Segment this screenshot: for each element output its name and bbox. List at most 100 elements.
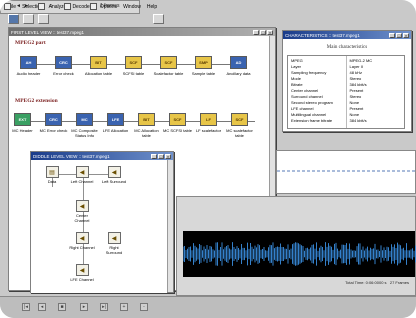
- zoom-out-button[interactable]: -: [140, 303, 148, 311]
- stop-button[interactable]: ■: [58, 303, 66, 311]
- item-label: Audio header: [16, 71, 41, 76]
- node-left-channel[interactable]: ◀ Left Channel: [69, 166, 95, 184]
- bitstream-item-mc-scalefactor-table[interactable]: SCF MC scalefactor table: [224, 113, 255, 138]
- mpeg2-extension-label: MPEG2 extension: [15, 98, 58, 104]
- waveform-top-svg: [277, 170, 415, 172]
- folder-icon: ▤: [45, 166, 59, 178]
- speaker-icon: ◀: [107, 232, 121, 244]
- item-label: LFE Allocation: [102, 128, 129, 133]
- node-lfe-channel[interactable]: ◀ LFE Channel: [69, 264, 95, 282]
- zoom-in-button[interactable]: +: [120, 303, 128, 311]
- node-right-channel[interactable]: ◀ Right Channel: [69, 232, 95, 250]
- bitstream-item-mc-header[interactable]: EXT MC Header: [7, 113, 38, 138]
- channel-view-window[interactable]: DIDDLE LEVEL VIEW :: test37.mpeg1 _ □ × ▤ …: [30, 151, 174, 293]
- desktop: File Selection Analyze Decoders Options Windo…: [0, 0, 416, 318]
- scf-icon: SCF: [169, 113, 186, 126]
- vertical-scrollbar[interactable]: [167, 160, 173, 292]
- channel-view-titlebar[interactable]: DIDDLE LEVEL VIEW :: test37.mpeg1 _ □ ×: [31, 152, 173, 160]
- waveform-panel-top: [276, 150, 416, 194]
- bitstream-item-audio-header[interactable]: AH Audio header: [11, 56, 46, 76]
- next-frame-button[interactable]: ▸: [80, 303, 88, 311]
- characteristics-heading: Main characteristics: [326, 45, 368, 50]
- first-frame-button[interactable]: |◂: [22, 303, 30, 311]
- minimize-icon[interactable]: _: [151, 153, 157, 159]
- crc-icon: CRC: [55, 56, 72, 69]
- bitstream-item-mc-error-check[interactable]: CRC MC Error check: [38, 113, 69, 138]
- bitstream-item-allocation-table[interactable]: BIT Allocation table: [81, 56, 116, 76]
- crc-icon: CRC: [45, 113, 62, 126]
- minimize-icon[interactable]: _: [253, 29, 259, 35]
- analyze-button[interactable]: [38, 14, 49, 24]
- item-label: SCFSI table: [122, 71, 145, 76]
- item-label: MC Header: [12, 128, 33, 133]
- item-label: MC Composite Status Info: [71, 128, 98, 138]
- menu-help[interactable]: Help: [147, 4, 157, 10]
- item-label: Sample table: [191, 71, 216, 76]
- bitstream-item-mc-scfsi-table[interactable]: SCF MC SCFSI table: [162, 113, 193, 138]
- item-label: Error check: [53, 71, 74, 76]
- mode-checkbox[interactable]: [4, 3, 11, 10]
- bitstream-item-scalefactor-table[interactable]: SCF Scalefactor table: [151, 56, 186, 76]
- bitstream-item-mc-composite-status-info[interactable]: MC MC Composite Status Info: [69, 113, 100, 138]
- bitstream-item-mc-allocation-table[interactable]: BIT MC Allocation table: [131, 113, 162, 138]
- zoom-checkbox[interactable]: [38, 3, 45, 10]
- maximize-icon[interactable]: □: [158, 153, 164, 159]
- item-label: MC Error check: [39, 128, 68, 133]
- minimize-icon[interactable]: _: [389, 32, 395, 38]
- last-frame-button[interactable]: ▸|: [100, 303, 108, 311]
- ad-icon: AD: [230, 56, 247, 69]
- scf-icon: SCF: [231, 113, 248, 126]
- bitstream-item-ancillary-data[interactable]: AD Ancillary data: [221, 56, 256, 76]
- scf-icon: SCF: [125, 56, 142, 69]
- bitstream-item-scfsi-table[interactable]: SCF SCFSI table: [116, 56, 151, 76]
- characteristics-titlebar[interactable]: CHARACTERISTICS :: test37.mpeg1 _ □ ×: [283, 31, 411, 39]
- characteristics-window[interactable]: CHARACTERISTICS :: test37.mpeg1 _ □ × Main…: [282, 30, 412, 132]
- speaker-icon: ◀: [75, 200, 89, 212]
- window-title: DIDDLE LEVEL VIEW :: test37.mpeg1: [33, 153, 110, 159]
- zoom-icon[interactable]: ⌕: [50, 3, 53, 9]
- item-label: MC scalefactor table: [226, 128, 253, 138]
- ah-icon: AH: [20, 56, 37, 69]
- lfe-icon: LFE: [107, 113, 124, 126]
- bit-icon: BIT: [90, 56, 107, 69]
- smp-icon: SMP: [195, 56, 212, 69]
- save-button[interactable]: [23, 14, 34, 24]
- bitstream-item-sample-table[interactable]: SMP Sample table: [186, 56, 221, 76]
- node-left-surround[interactable]: ◀ Left Surround: [101, 166, 127, 184]
- frames-checkbox[interactable]: [90, 3, 97, 10]
- bitstream-item-error-check[interactable]: CRC Error check: [46, 56, 81, 76]
- maximize-icon[interactable]: □: [260, 29, 266, 35]
- open-button[interactable]: [8, 14, 19, 24]
- nav-right-icon[interactable]: ►: [24, 3, 29, 9]
- close-icon[interactable]: ×: [267, 29, 273, 35]
- maximize-icon[interactable]: □: [396, 32, 402, 38]
- view-button[interactable]: [153, 14, 164, 24]
- item-label: Scalefactor table: [153, 71, 184, 76]
- waveform-svg: [182, 242, 416, 266]
- close-icon[interactable]: ×: [403, 32, 409, 38]
- item-label: MC Allocation table: [134, 128, 159, 138]
- bitstream-item-lfe-allocation[interactable]: LFE LFE Allocation: [100, 113, 131, 138]
- step-checkbox[interactable]: [64, 3, 71, 10]
- characteristics-table: MPEG Layer Sampling frequency Mode Bitrate Ce…: [287, 55, 405, 129]
- close-icon[interactable]: ×: [165, 153, 171, 159]
- node-right-surround[interactable]: ◀ Right Surround: [101, 232, 127, 255]
- speaker-icon: ◀: [75, 232, 89, 244]
- prev-frame-button[interactable]: ◂: [38, 303, 46, 311]
- nav-left-icon[interactable]: ◄: [16, 3, 21, 9]
- ext-icon: EXT: [14, 113, 31, 126]
- channel-tree: ▤ Data ◀ Left Channel ◀ Left Surround ◀ …: [31, 160, 167, 293]
- total-time: Total Time: 0:06:0000 s: [345, 280, 387, 285]
- node-center-channel[interactable]: ◀ Center Channel: [69, 200, 95, 223]
- window-title: CHARACTERISTICS :: test37.mpeg1: [285, 32, 360, 38]
- first-level-view-titlebar[interactable]: FIRST LEVEL VIEW :: test37.mpeg1 _ □ ×: [9, 28, 275, 36]
- bitstream-item-lf-scalefactor[interactable]: LF LF scalefactor: [193, 113, 224, 138]
- lf-icon: LF: [200, 113, 217, 126]
- extension-icon-row: EXT MC Header CRC MC Error check MC MC Compos…: [7, 113, 255, 138]
- speaker-icon: ◀: [75, 166, 89, 178]
- node-data[interactable]: ▤ Data: [39, 166, 65, 184]
- menu-window[interactable]: Window: [123, 4, 141, 10]
- item-label: Ancillary data: [226, 71, 251, 76]
- property-column: MPEG Layer Sampling frequency Mode Bitrate Ce…: [288, 56, 346, 128]
- property-name: Extension frame bitrate: [291, 118, 333, 123]
